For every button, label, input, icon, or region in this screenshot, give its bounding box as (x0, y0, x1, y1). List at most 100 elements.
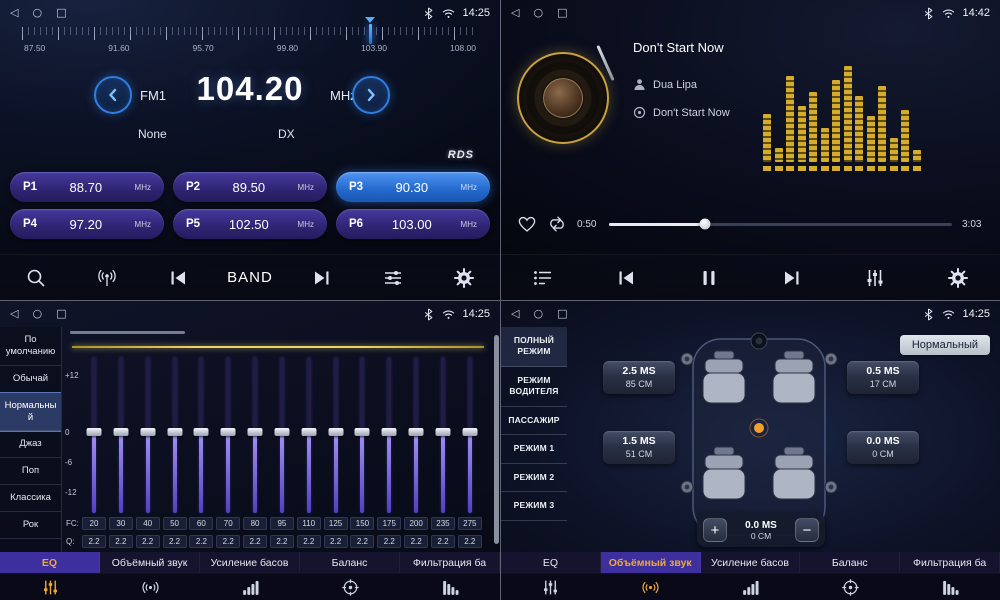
position-preset-chip[interactable]: Нормальный (900, 335, 990, 355)
radio-preset-p5[interactable]: P5102.50MHz (173, 209, 327, 239)
settings-button[interactable] (442, 260, 486, 296)
tab-eq[interactable]: EQ (0, 552, 100, 573)
repeat-button[interactable] (547, 214, 567, 234)
band-button[interactable]: BAND (227, 260, 273, 296)
eq-slider-knob[interactable] (248, 428, 263, 436)
progress-knob[interactable] (700, 219, 711, 230)
surround-icon[interactable] (100, 574, 200, 600)
tab-eq[interactable]: EQ (501, 552, 601, 573)
eq-band-slider[interactable] (297, 357, 321, 513)
eq-slider-knob[interactable] (409, 428, 424, 436)
pause-button[interactable] (687, 260, 731, 296)
bass-boost-icon[interactable] (200, 574, 300, 600)
tab-balance[interactable]: Баланс (800, 552, 900, 573)
eq-band-slider[interactable] (270, 357, 294, 513)
listening-mode-item[interactable]: ПОЛНЫЙ РЕЖИМ (501, 327, 567, 367)
delay-front-left[interactable]: 2.5 MS 85 CM (603, 361, 675, 394)
broadcast-scan-button[interactable] (85, 260, 129, 296)
nav-recents-icon[interactable]: □ (557, 301, 567, 327)
eq-band-slider[interactable] (82, 357, 106, 513)
delay-decrease-button[interactable]: − (795, 518, 819, 542)
nav-back-icon[interactable]: ◁ (511, 301, 519, 327)
eq-preset-item[interactable]: Джаз (0, 431, 61, 458)
eq-icon[interactable] (0, 574, 100, 600)
eq-band-slider[interactable] (216, 357, 240, 513)
audio-settings-button[interactable] (371, 260, 415, 296)
surround-icon[interactable] (601, 574, 701, 600)
listening-mode-item[interactable]: ПАССАЖИР (501, 407, 567, 435)
tab-balance[interactable]: Баланс (300, 552, 400, 573)
eq-slider-knob[interactable] (274, 428, 289, 436)
radio-preset-p1[interactable]: P188.70MHz (10, 172, 164, 202)
eq-scrollbar[interactable] (494, 335, 499, 544)
listening-mode-item[interactable]: РЕЖИМ 3 (501, 492, 567, 520)
listening-mode-item[interactable]: РЕЖИМ 1 (501, 435, 567, 463)
nav-back-icon[interactable]: ◁ (511, 0, 519, 26)
radio-preset-p6[interactable]: P6103.00MHz (336, 209, 490, 239)
radio-preset-p2[interactable]: P289.50MHz (173, 172, 327, 202)
eq-band-slider[interactable] (377, 357, 401, 513)
eq-band-slider[interactable] (163, 357, 187, 513)
search-button[interactable] (14, 260, 58, 296)
eq-preset-item[interactable]: Рок (0, 512, 61, 539)
radio-preset-p3[interactable]: P390.30MHz (336, 172, 490, 202)
eq-slider-knob[interactable] (194, 428, 209, 436)
eq-slider-knob[interactable] (140, 428, 155, 436)
favorite-button[interactable] (517, 214, 537, 234)
playlist-button[interactable] (521, 260, 565, 296)
delay-front-right[interactable]: 0.5 MS 17 CM (847, 361, 919, 394)
nav-recents-icon[interactable]: □ (56, 301, 66, 327)
balance-icon[interactable] (300, 574, 400, 600)
eq-band-slider[interactable] (109, 357, 133, 513)
tab-surround[interactable]: Объёмный звук (100, 552, 200, 573)
eq-slider-knob[interactable] (221, 428, 236, 436)
eq-slider-knob[interactable] (301, 428, 316, 436)
eq-slider-knob[interactable] (328, 428, 343, 436)
eq-slider-knob[interactable] (355, 428, 370, 436)
tune-down-button[interactable] (94, 76, 132, 114)
nav-home-icon[interactable]: ○ (533, 0, 543, 26)
eq-slider-knob[interactable] (382, 428, 397, 436)
nav-home-icon[interactable]: ○ (32, 301, 42, 327)
eq-band-slider[interactable] (324, 357, 348, 513)
filter-icon[interactable] (400, 574, 500, 600)
nav-home-icon[interactable]: ○ (533, 301, 543, 327)
eq-icon[interactable] (501, 574, 601, 600)
filter-icon[interactable] (900, 574, 1000, 600)
listening-mode-item[interactable]: РЕЖИМ ВОДИТЕЛЯ (501, 367, 567, 407)
tune-up-button[interactable] (352, 76, 390, 114)
eq-slider-knob[interactable] (87, 428, 102, 436)
eq-preset-item[interactable]: Нормальный (0, 393, 61, 432)
delay-increase-button[interactable]: + (703, 518, 727, 542)
tab-bass-boost[interactable]: Усиление басов (200, 552, 300, 573)
eq-band-slider[interactable] (404, 357, 428, 513)
eq-slider-knob[interactable] (462, 428, 477, 436)
eq-band-slider[interactable] (458, 357, 482, 513)
previous-track-button[interactable] (604, 260, 648, 296)
bass-boost-icon[interactable] (701, 574, 801, 600)
eq-preset-item[interactable]: Классика (0, 485, 61, 512)
eq-band-slider[interactable] (136, 357, 160, 513)
nav-recents-icon[interactable]: □ (557, 0, 567, 26)
balance-icon[interactable] (800, 574, 900, 600)
equalizer-button[interactable] (853, 260, 897, 296)
settings-button[interactable] (936, 260, 980, 296)
delay-rear-right[interactable]: 0.0 MS 0 CM (847, 431, 919, 464)
eq-slider-knob[interactable] (435, 428, 450, 436)
eq-preset-item[interactable]: Обычай (0, 366, 61, 393)
tab-filter[interactable]: Фильтрация ба (900, 552, 1000, 573)
radio-preset-p4[interactable]: P497.20MHz (10, 209, 164, 239)
next-station-button[interactable] (300, 260, 344, 296)
tab-filter[interactable]: Фильтрация ба (400, 552, 500, 573)
tab-surround[interactable]: Объёмный звук (601, 552, 701, 573)
eq-preset-item[interactable]: Поп (0, 458, 61, 485)
eq-band-slider[interactable] (243, 357, 267, 513)
previous-station-button[interactable] (156, 260, 200, 296)
frequency-ruler[interactable]: 87.50 91.60 95.70 99.80 103.90 108.00 (22, 27, 478, 63)
nav-home-icon[interactable]: ○ (32, 0, 42, 26)
nav-back-icon[interactable]: ◁ (10, 0, 18, 26)
listening-mode-item[interactable]: РЕЖИМ 2 (501, 464, 567, 492)
eq-slider-knob[interactable] (113, 428, 128, 436)
seek-bar[interactable] (609, 223, 952, 226)
tab-bass-boost[interactable]: Усиление басов (701, 552, 801, 573)
